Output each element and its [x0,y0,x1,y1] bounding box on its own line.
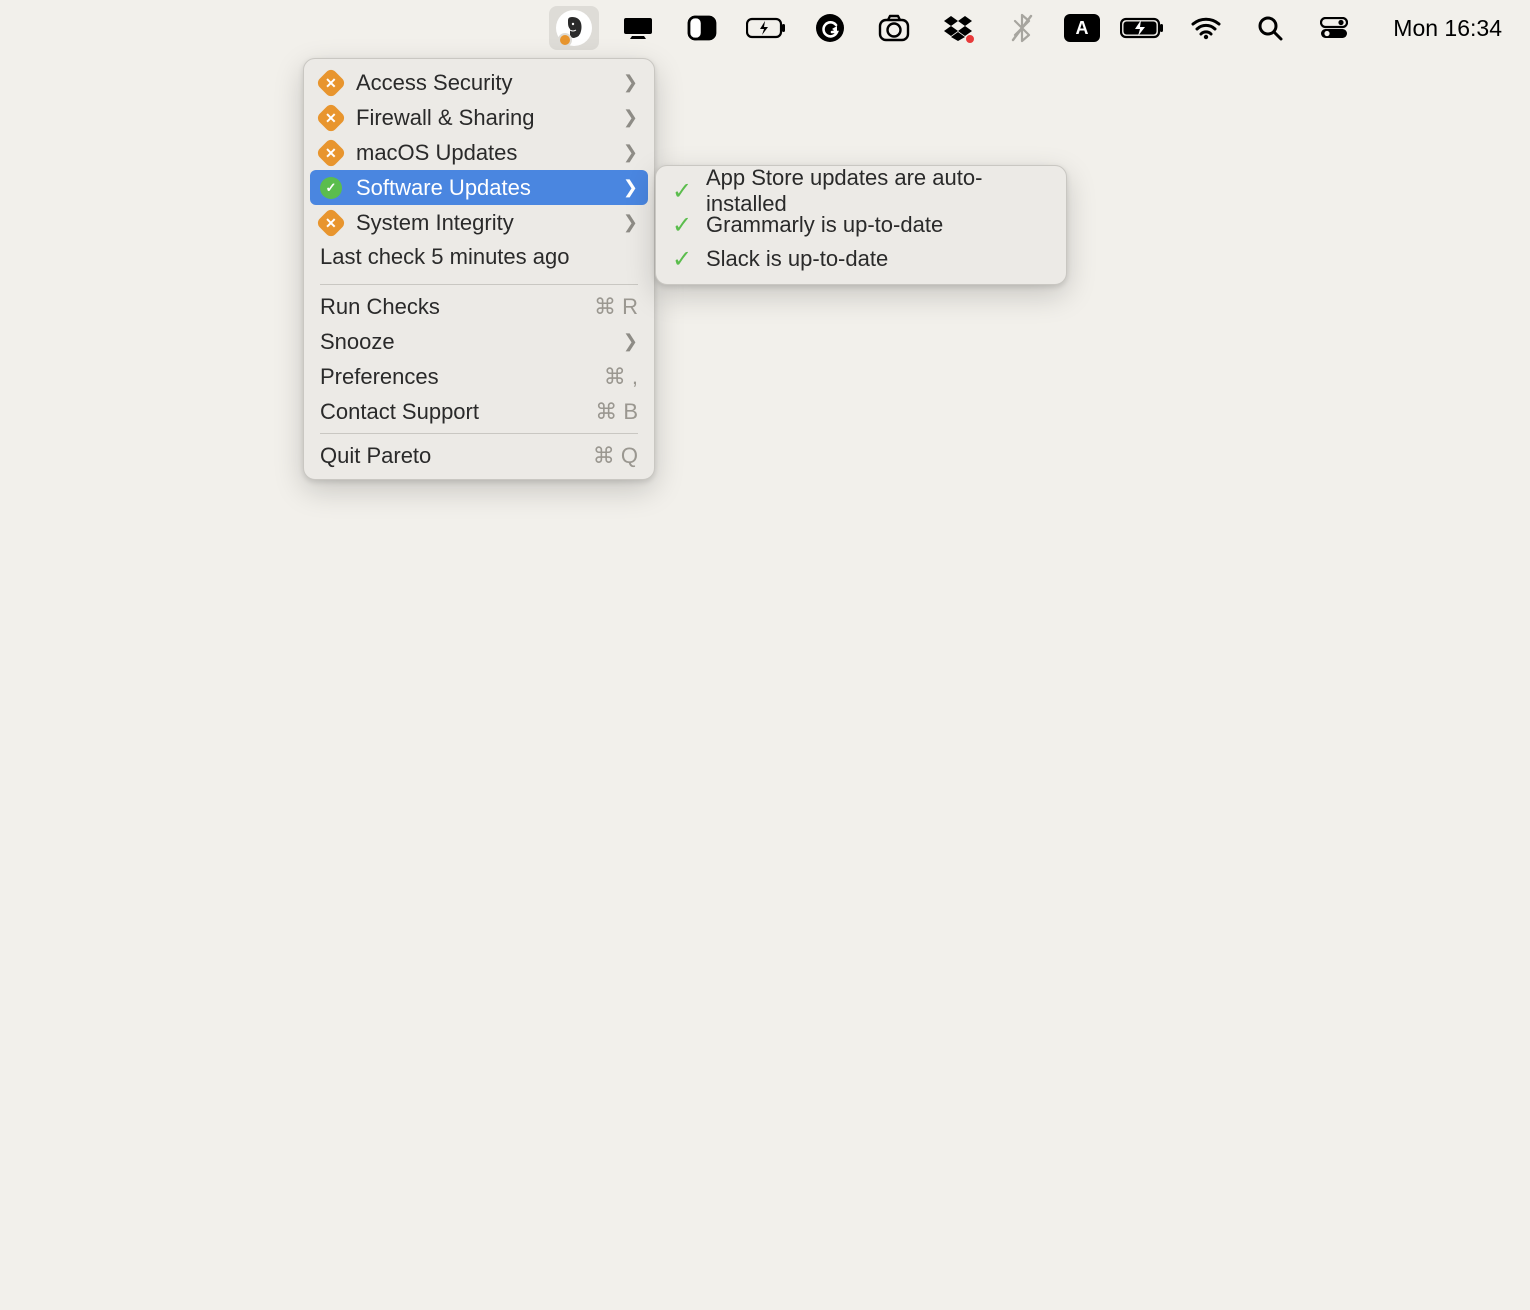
checkmark-icon: ✓ [672,177,692,206]
menu-item-label: System Integrity [356,210,609,236]
menu-item-label: Contact Support [320,399,581,425]
control-center-icon[interactable] [1309,6,1359,50]
menu-item-label: Software Updates [356,175,609,201]
status-warning-icon: ✕ [315,67,346,98]
submenu-item-label: App Store updates are auto-installed [706,165,1050,217]
pareto-dropdown-menu: ✕ Access Security ❯ ✕ Firewall & Sharing… [303,58,655,480]
keyboard-language-icon[interactable]: A [1061,6,1103,50]
camera-timer-icon[interactable] [869,6,919,50]
menubar-items: A [549,6,1502,50]
menubar: A [0,0,1530,56]
chevron-right-icon: ❯ [623,142,638,163]
battery-charging-icon-2[interactable] [1117,6,1167,50]
status-warning-icon: ✕ [315,207,346,238]
submenu-item-slack[interactable]: ✓ Slack is up-to-date [656,242,1066,276]
menu-item-quit[interactable]: Quit Pareto ⌘ Q [304,438,654,473]
menu-item-label: Firewall & Sharing [356,105,609,131]
menu-separator [320,433,638,434]
wifi-icon[interactable] [1181,6,1231,50]
spotlight-search-icon[interactable] [1245,6,1295,50]
status-warning-icon: ✕ [315,102,346,133]
menu-item-snooze[interactable]: Snooze ❯ [304,324,654,359]
chevron-right-icon: ❯ [623,177,638,198]
menu-shortcut: ⌘ , [604,364,638,390]
submenu-item-appstore[interactable]: ✓ App Store updates are auto-installed [656,174,1066,208]
menu-shortcut: ⌘ Q [593,443,638,469]
menu-item-preferences[interactable]: Preferences ⌘ , [304,359,654,394]
display-icon[interactable] [613,6,663,50]
menu-separator [320,284,638,285]
menu-item-label: macOS Updates [356,140,609,166]
status-ok-icon: ✓ [320,177,342,199]
checkmark-icon: ✓ [672,211,692,240]
last-check-label: Last check 5 minutes ago [304,240,654,280]
menu-shortcut: ⌘ B [595,399,638,425]
svg-text:A: A [1076,18,1089,38]
submenu-item-label: Slack is up-to-date [706,246,888,272]
menu-item-label: Access Security [356,70,609,96]
menu-item-run-checks[interactable]: Run Checks ⌘ R [304,289,654,324]
pareto-menubar-icon[interactable] [549,6,599,50]
chevron-right-icon: ❯ [623,72,638,93]
menu-shortcut: ⌘ R [594,294,638,320]
menubar-clock[interactable]: Mon 16:34 [1393,15,1502,42]
submenu-item-label: Grammarly is up-to-date [706,212,943,238]
bluetooth-off-icon[interactable] [997,6,1047,50]
grammarly-icon[interactable] [805,6,855,50]
status-warning-icon: ✕ [315,137,346,168]
menu-item-firewall-sharing[interactable]: ✕ Firewall & Sharing ❯ [304,100,654,135]
software-updates-submenu: ✓ App Store updates are auto-installed ✓… [655,165,1067,285]
menu-item-software-updates[interactable]: ✓ Software Updates ❯ [310,170,648,205]
menu-item-macos-updates[interactable]: ✕ macOS Updates ❯ [304,135,654,170]
menu-item-label: Snooze [320,329,609,355]
checkmark-icon: ✓ [672,245,692,274]
chevron-right-icon: ❯ [623,331,638,352]
menu-item-access-security[interactable]: ✕ Access Security ❯ [304,65,654,100]
chevron-right-icon: ❯ [623,212,638,233]
menu-item-label: Preferences [320,364,590,390]
dropbox-icon[interactable] [933,6,983,50]
menu-item-label: Quit Pareto [320,443,579,469]
split-rectangle-icon[interactable] [677,6,727,50]
menu-item-system-integrity[interactable]: ✕ System Integrity ❯ [304,205,654,240]
chevron-right-icon: ❯ [623,107,638,128]
menu-item-label: Run Checks [320,294,580,320]
battery-charging-icon-1[interactable] [741,6,791,50]
menu-item-contact-support[interactable]: Contact Support ⌘ B [304,394,654,429]
